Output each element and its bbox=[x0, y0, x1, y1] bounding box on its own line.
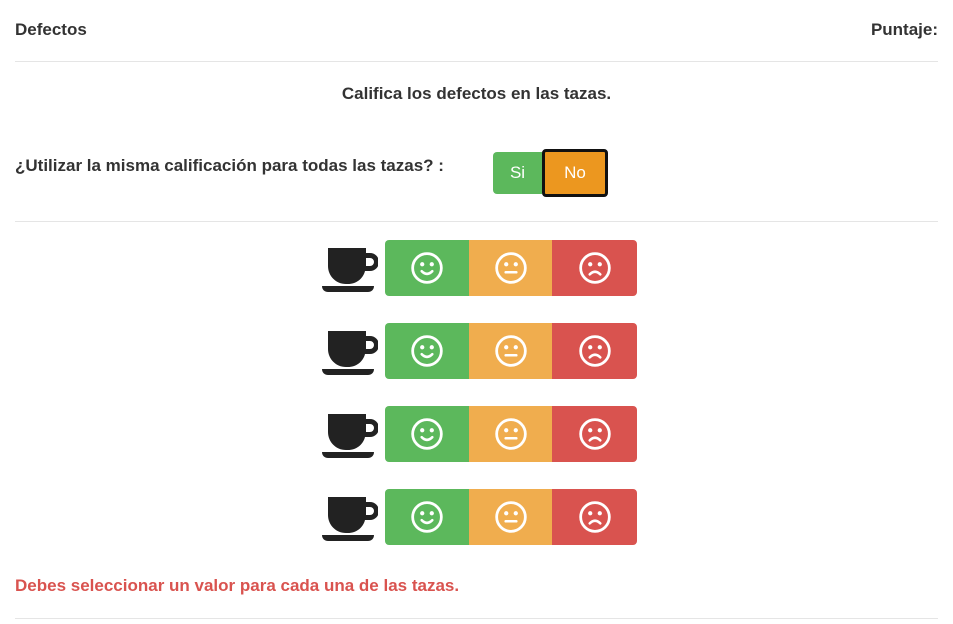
good-face-icon bbox=[410, 500, 444, 534]
cup-row bbox=[320, 406, 637, 462]
coffee-cup-icon bbox=[320, 489, 378, 545]
bad-face-icon bbox=[578, 251, 612, 285]
neutral-rating-button[interactable] bbox=[469, 323, 552, 379]
bad-rating-button[interactable] bbox=[552, 489, 637, 545]
no-button[interactable]: No bbox=[542, 149, 608, 197]
yes-button[interactable]: Si bbox=[493, 152, 542, 194]
same-rating-toggle: Si No bbox=[493, 149, 608, 197]
good-rating-button[interactable] bbox=[385, 406, 469, 462]
score-label: Puntaje: bbox=[870, 20, 938, 39]
rating-button-group bbox=[385, 240, 637, 296]
section-header: Defectos Puntaje: bbox=[15, 18, 938, 42]
divider bbox=[15, 618, 938, 619]
good-rating-button[interactable] bbox=[385, 240, 469, 296]
good-rating-button[interactable] bbox=[385, 323, 469, 379]
bad-face-icon bbox=[578, 500, 612, 534]
rating-button-group bbox=[385, 323, 637, 379]
divider bbox=[15, 221, 938, 222]
same-rating-question: ¿Utilizar la misma calificación para tod… bbox=[15, 156, 444, 175]
instruction-text: Califica los defectos en las tazas. bbox=[341, 84, 612, 103]
good-face-icon bbox=[410, 417, 444, 451]
rating-button-group bbox=[385, 406, 637, 462]
cup-rating-list bbox=[320, 240, 637, 572]
divider bbox=[15, 61, 938, 62]
cup-row bbox=[320, 323, 637, 379]
validation-error: Debes seleccionar un valor para cada una… bbox=[15, 576, 460, 595]
neutral-face-icon bbox=[494, 500, 528, 534]
cup-row bbox=[320, 489, 637, 545]
neutral-rating-button[interactable] bbox=[469, 406, 552, 462]
bad-rating-button[interactable] bbox=[552, 323, 637, 379]
coffee-cup-icon bbox=[320, 323, 378, 379]
rating-button-group bbox=[385, 489, 637, 545]
good-face-icon bbox=[410, 334, 444, 368]
bad-face-icon bbox=[578, 334, 612, 368]
good-face-icon bbox=[410, 251, 444, 285]
section-title: Defectos bbox=[15, 20, 87, 39]
bad-rating-button[interactable] bbox=[552, 240, 637, 296]
neutral-rating-button[interactable] bbox=[469, 240, 552, 296]
bad-face-icon bbox=[578, 417, 612, 451]
neutral-face-icon bbox=[494, 251, 528, 285]
cup-row bbox=[320, 240, 637, 296]
neutral-face-icon bbox=[494, 334, 528, 368]
coffee-cup-icon bbox=[320, 240, 378, 296]
neutral-face-icon bbox=[494, 417, 528, 451]
bad-rating-button[interactable] bbox=[552, 406, 637, 462]
good-rating-button[interactable] bbox=[385, 489, 469, 545]
coffee-cup-icon bbox=[320, 406, 378, 462]
neutral-rating-button[interactable] bbox=[469, 489, 552, 545]
